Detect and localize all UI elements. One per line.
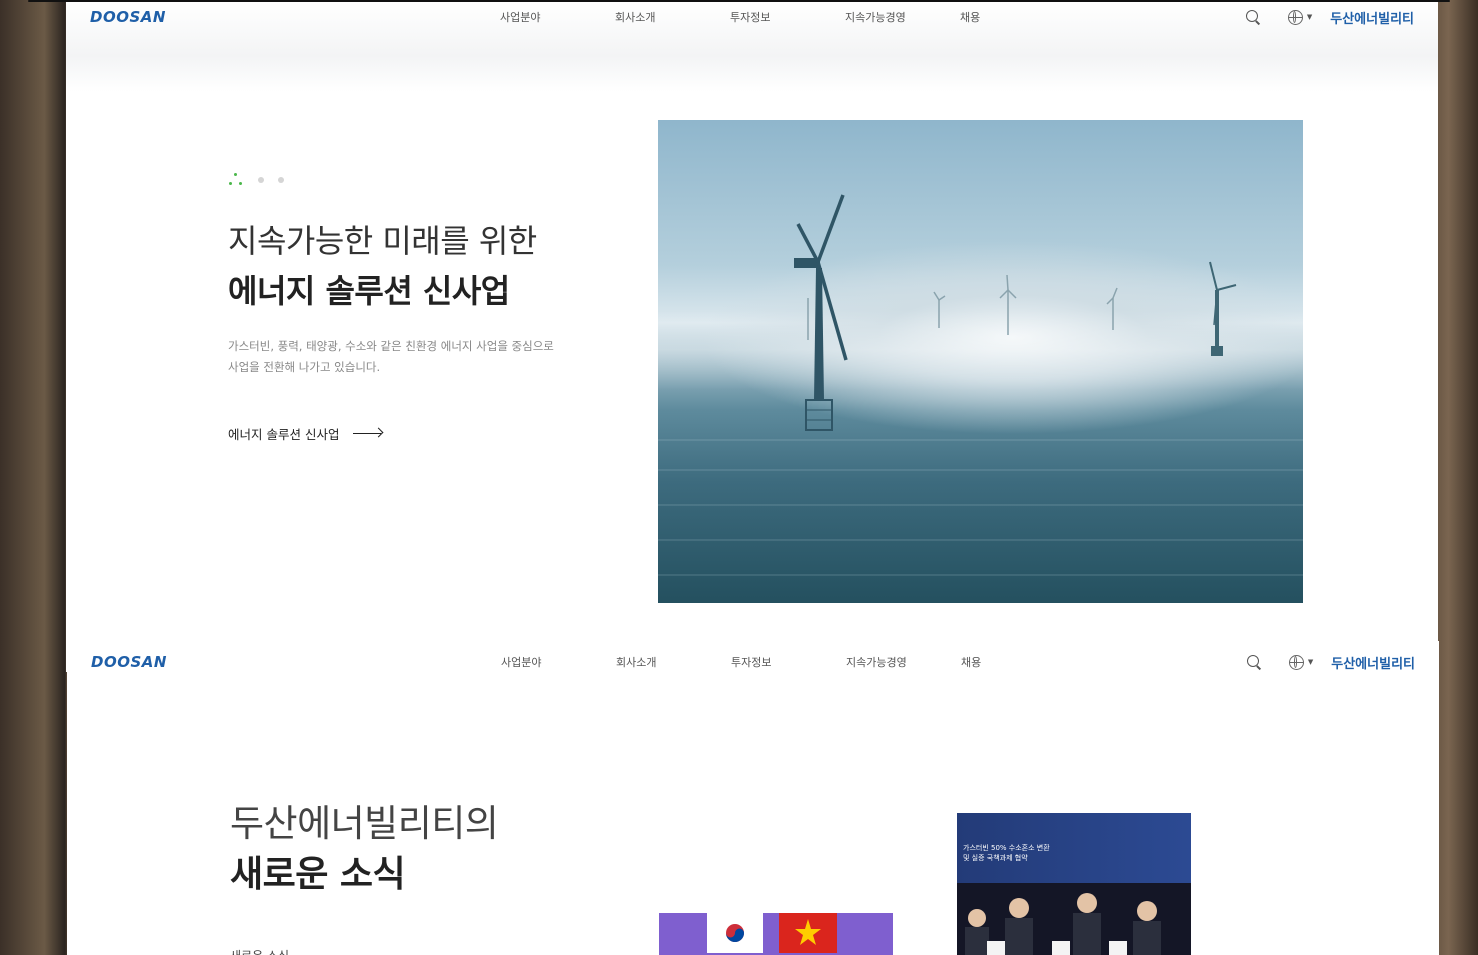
slide-dot[interactable] [278, 177, 284, 183]
header: DOOSAN 사업분야 회사소개 투자정보 지속가능경영 채용 ▼ 두산에너빌리… [66, 2, 1438, 32]
search-icon[interactable] [1245, 10, 1260, 24]
hero-cta-label: 에너지 솔루션 신사업 [228, 427, 340, 442]
site-name-link[interactable]: 두산에너빌리티 [1331, 653, 1415, 672]
nav-item-investor[interactable]: 투자정보 [730, 9, 845, 25]
globe-icon[interactable] [1288, 654, 1304, 670]
main-nav: 사업분야 회사소개 투자정보 지속가능경영 채용 [501, 654, 1076, 670]
hero-heading-line1: 지속가능한 미래를 위한 [228, 222, 537, 260]
news-card-ceremony[interactable]: 가스터빈 50% 수소혼소 변환 및 실증 국책과제 협약 [957, 813, 1191, 955]
nav-item-business[interactable]: 사업분야 [501, 654, 616, 670]
hero-cta-link[interactable]: 에너지 솔루션 신사업 [228, 424, 588, 443]
slide-dot[interactable] [258, 177, 264, 183]
nav-item-company[interactable]: 회사소개 [615, 9, 730, 25]
search-icon[interactable] [1246, 655, 1261, 669]
header-secondary: DOOSAN 사업분야 회사소개 투자정보 지속가능경영 채용 ▼ 두산에너빌리… [67, 647, 1439, 677]
nav-item-business[interactable]: 사업분야 [500, 9, 615, 25]
news-heading-line1: 두산에너빌리티의 [230, 802, 499, 845]
hero-section: DOOSAN 사업분야 회사소개 투자정보 지속가능경영 채용 ▼ 두산에너빌리… [66, 2, 1438, 672]
news-heading-line2: 새로운 소식 [230, 854, 406, 895]
site-name-link[interactable]: 두산에너빌리티 [1330, 8, 1414, 27]
nav-item-sustainability[interactable]: 지속가능경영 [846, 654, 961, 670]
main-nav: 사업분야 회사소개 투자정보 지속가능경영 채용 [500, 9, 1075, 25]
arrow-right-icon [353, 429, 383, 439]
wind-turbine-illustration [658, 194, 1303, 576]
flags-image [707, 913, 837, 953]
nav-item-careers[interactable]: 채용 [961, 654, 1076, 670]
chevron-down-icon[interactable]: ▼ [1307, 13, 1312, 21]
header-tools: ▼ 두산에너빌리티 [1245, 8, 1414, 27]
news-card-flags[interactable] [659, 913, 893, 955]
nav-item-sustainability[interactable]: 지속가능경영 [845, 9, 960, 25]
hero-description-line1: 가스터빈, 풍력, 태양광, 수소와 같은 친환경 에너지 사업을 중심으로 [228, 339, 554, 353]
hero-heading-line2: 에너지 솔루션 신사업 [228, 272, 510, 310]
hero-description: 가스터빈, 풍력, 태양광, 수소와 같은 친환경 에너지 사업을 중심으로 사… [228, 336, 588, 378]
doosan-logo[interactable]: DOOSAN [91, 653, 167, 671]
news-section: DOOSAN 사업분야 회사소개 투자정보 지속가능경영 채용 ▼ 두산에너빌리… [67, 641, 1439, 955]
header-tools: ▼ 두산에너빌리티 [1246, 653, 1415, 672]
hero-text: 지속가능한 미래를 위한 에너지 솔루션 신사업 가스터빈, 풍력, 태양광, … [228, 172, 588, 443]
globe-icon[interactable] [1287, 9, 1303, 25]
wind-turbine-image [658, 120, 1303, 603]
news-more-link[interactable]: 새로운 소식 [230, 947, 289, 955]
doosan-logo[interactable]: DOOSAN [90, 8, 166, 26]
slide-indicators [228, 172, 588, 188]
hero-description-line2: 사업을 전환해 나가고 있습니다. [228, 360, 381, 374]
nav-item-investor[interactable]: 투자정보 [731, 654, 846, 670]
nav-item-company[interactable]: 회사소개 [616, 654, 731, 670]
slide-dot-active[interactable] [228, 173, 244, 187]
nav-item-careers[interactable]: 채용 [960, 9, 1075, 25]
people-image [957, 883, 1191, 955]
chevron-down-icon[interactable]: ▼ [1308, 658, 1313, 666]
